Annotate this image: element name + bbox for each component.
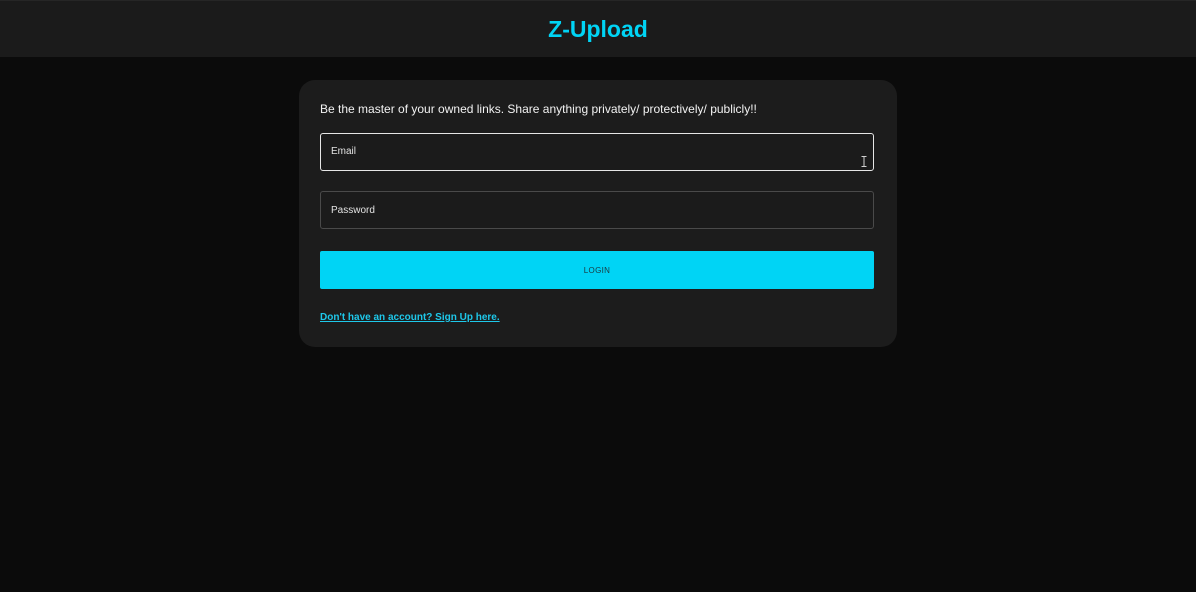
signup-link[interactable]: Don't have an account? Sign Up here. — [320, 312, 500, 323]
text-cursor-icon — [861, 156, 867, 167]
app-header: Z-Upload — [0, 0, 1196, 57]
password-field[interactable] — [320, 191, 874, 229]
login-button[interactable]: LOGIN — [320, 251, 874, 289]
brand-title: Z-Upload — [548, 16, 648, 42]
email-field[interactable] — [320, 133, 874, 171]
login-card: Be the master of your owned links. Share… — [299, 80, 897, 347]
tagline: Be the master of your owned links. Share… — [320, 102, 757, 116]
